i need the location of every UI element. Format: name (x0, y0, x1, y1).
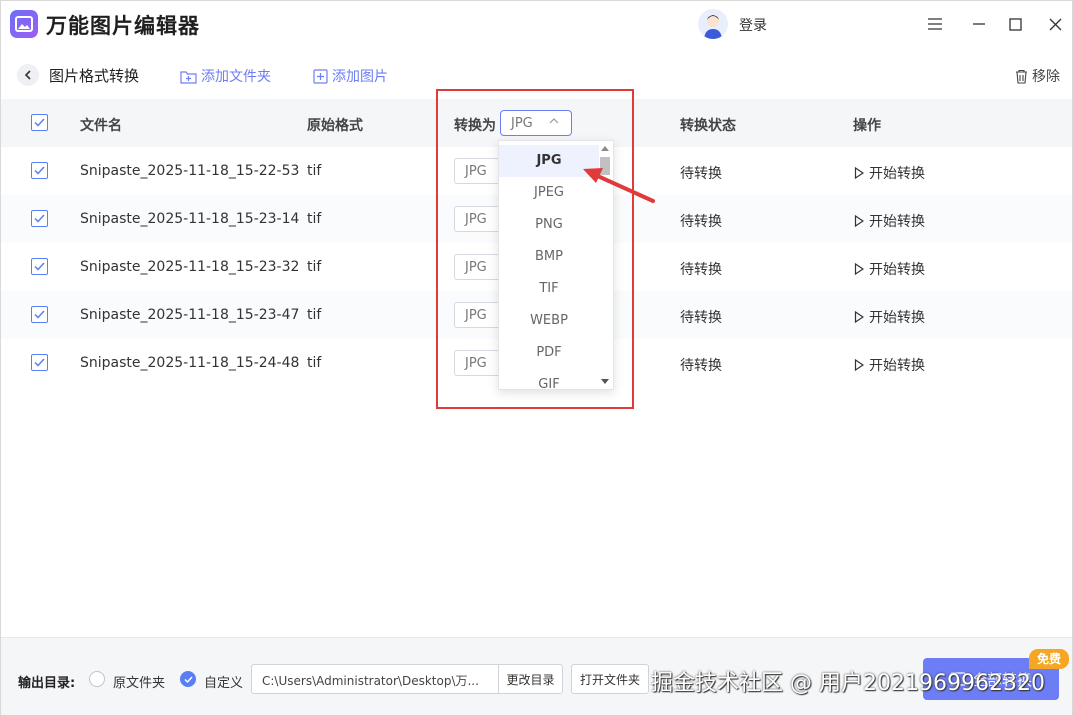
row-status: 待转换 (680, 310, 722, 326)
action-label: 开始转换 (869, 310, 925, 326)
menu-icon[interactable] (924, 13, 946, 35)
add-image-button[interactable]: 添加图片 (313, 66, 388, 86)
add-folder-icon (180, 70, 197, 84)
start-convert-button[interactable]: 开始转换 (854, 355, 925, 375)
header-status: 转换状态 (680, 118, 736, 134)
change-dir-button[interactable]: 更改目录 (498, 664, 563, 694)
page-title: 图片格式转换 (49, 67, 140, 85)
row-format: tif (307, 163, 322, 179)
action-label: 开始转换 (869, 166, 925, 182)
select-all-checkbox[interactable] (31, 114, 48, 131)
app-logo-icon (10, 10, 38, 38)
highlight-frame (436, 89, 634, 409)
watermark-text: 掘金技术社区 @ 用户2021969962320 (651, 671, 1045, 696)
remove-label: 移除 (1032, 69, 1060, 85)
row-status: 待转换 (680, 358, 722, 374)
play-icon (854, 311, 864, 323)
row-filename: Snipaste_2025-11-18_15-22-53 (80, 163, 300, 179)
check-icon (34, 166, 45, 175)
app-title: 万能图片编辑器 (46, 14, 200, 38)
row-checkbox[interactable] (31, 354, 48, 371)
login-link[interactable]: 登录 (739, 15, 767, 35)
row-status: 待转换 (680, 262, 722, 278)
row-filename: Snipaste_2025-11-18_15-23-14 (80, 211, 300, 227)
maximize-icon[interactable] (1004, 13, 1026, 35)
row-checkbox[interactable] (31, 306, 48, 323)
radio-original-label: 原文件夹 (113, 676, 166, 691)
action-label: 开始转换 (869, 214, 925, 230)
close-icon[interactable] (1044, 13, 1066, 35)
play-icon (854, 359, 864, 371)
output-path-field[interactable]: C:\Users\Administrator\Desktop\万... (251, 664, 499, 694)
radio-original-folder[interactable] (89, 671, 105, 687)
row-status: 待转换 (680, 214, 722, 230)
start-convert-button[interactable]: 开始转换 (854, 259, 925, 279)
header-original-format: 原始格式 (307, 118, 363, 134)
output-dir-label: 输出目录: (18, 676, 76, 691)
play-icon (854, 263, 864, 275)
row-filename: Snipaste_2025-11-18_15-23-32 (80, 259, 300, 275)
user-avatar[interactable] (698, 9, 728, 39)
title-bar: 万能图片编辑器 登录 (1, 1, 1072, 47)
check-icon (184, 676, 193, 683)
start-convert-button[interactable]: 开始转换 (854, 307, 925, 327)
row-format: tif (307, 355, 322, 371)
action-label: 开始转换 (869, 262, 925, 278)
check-icon (34, 214, 45, 223)
back-button[interactable] (17, 64, 39, 86)
start-convert-button[interactable]: 开始转换 (854, 163, 925, 183)
minimize-icon[interactable] (968, 13, 990, 35)
row-checkbox[interactable] (31, 162, 48, 179)
open-folder-button[interactable]: 打开文件夹 (571, 664, 649, 694)
add-folder-label: 添加文件夹 (201, 69, 271, 85)
radio-custom-folder[interactable] (180, 671, 196, 687)
row-format: tif (307, 211, 322, 227)
add-image-icon (313, 68, 328, 84)
row-filename: Snipaste_2025-11-18_15-24-48 (80, 355, 300, 371)
check-icon (34, 310, 45, 319)
row-checkbox[interactable] (31, 258, 48, 275)
row-format: tif (307, 259, 322, 275)
play-icon (854, 167, 864, 179)
annotation-arrow-icon (583, 168, 655, 203)
header-filename: 文件名 (80, 118, 122, 134)
row-checkbox[interactable] (31, 210, 48, 227)
play-icon (854, 215, 864, 227)
remove-button[interactable]: 移除 (1014, 66, 1060, 86)
check-icon (34, 262, 45, 271)
start-convert-button[interactable]: 开始转换 (854, 211, 925, 231)
add-image-label: 添加图片 (332, 69, 388, 85)
row-format: tif (307, 307, 322, 323)
chevron-left-icon (24, 70, 31, 80)
check-icon (34, 358, 45, 367)
check-icon (34, 118, 45, 127)
trash-icon (1016, 69, 1027, 84)
app-window: 万能图片编辑器 登录 图片格式转换 添加文件夹 添加图片 移除 文件名 原始格式… (0, 0, 1073, 715)
add-folder-button[interactable]: 添加文件夹 (180, 66, 271, 86)
row-status: 待转换 (680, 166, 722, 182)
header-action: 操作 (853, 118, 881, 134)
action-label: 开始转换 (869, 358, 925, 374)
row-filename: Snipaste_2025-11-18_15-23-47 (80, 307, 300, 323)
radio-custom-label: 自定义 (204, 676, 244, 691)
